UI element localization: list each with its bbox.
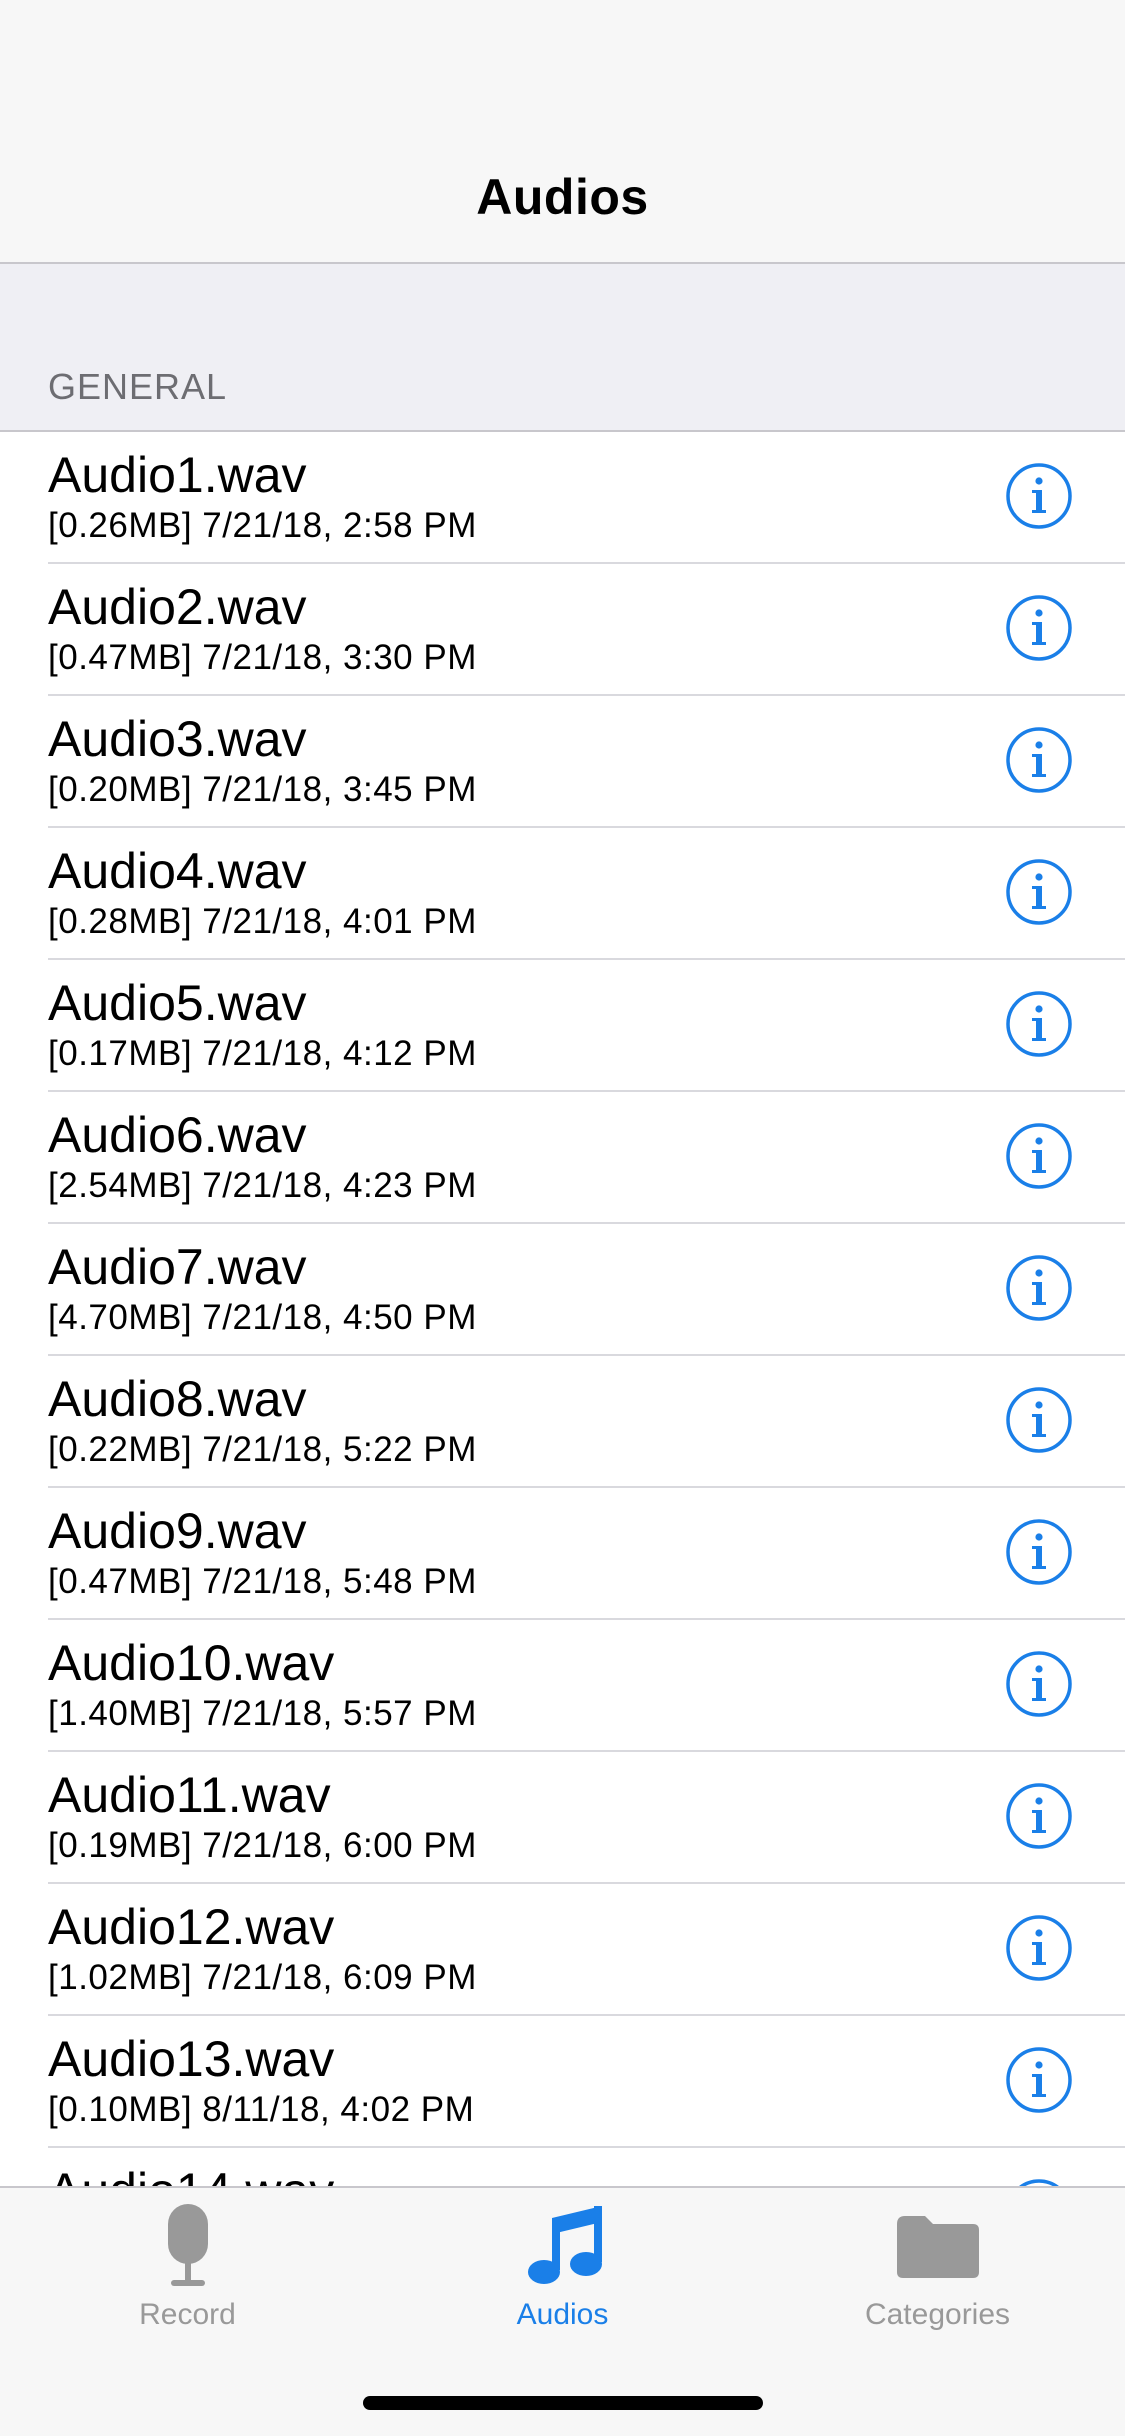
info-circle-icon[interactable] (1005, 2178, 1073, 2186)
info-circle-icon[interactable] (1005, 1914, 1073, 1982)
info-circle-icon[interactable] (1005, 1518, 1073, 1586)
audio-title: Audio9.wav (48, 1503, 307, 1559)
audio-title: Audio7.wav (48, 1239, 307, 1295)
list-item[interactable]: Audio14.wav (0, 2148, 1125, 2186)
audios-screen: Audios GENERAL Audio1.wav [0.26MB] 7/21/1… (0, 0, 1125, 2436)
list-item[interactable]: Audio8.wav [0.22MB] 7/21/18, 5:22 PM (0, 1356, 1125, 1488)
info-circle-icon[interactable] (1005, 594, 1073, 662)
list-item[interactable]: Audio7.wav [4.70MB] 7/21/18, 4:50 PM (0, 1224, 1125, 1356)
audio-title: Audio13.wav (48, 2031, 335, 2087)
tab-audios-label: Audios (516, 2298, 609, 2331)
list-item[interactable]: Audio13.wav [0.10MB] 8/11/18, 4:02 PM (0, 2016, 1125, 2148)
audio-title: Audio1.wav (48, 447, 307, 503)
audio-details: [2.54MB] 7/21/18, 4:23 PM (48, 1166, 477, 1205)
home-indicator (363, 2396, 763, 2410)
music-note-icon (518, 2200, 608, 2297)
list-item[interactable]: Audio11.wav [0.19MB] 7/21/18, 6:00 PM (0, 1752, 1125, 1884)
audio-details: [0.47MB] 7/21/18, 5:48 PM (48, 1562, 477, 1601)
list-item[interactable]: Audio1.wav [0.26MB] 7/21/18, 2:58 PM (0, 432, 1125, 564)
tab-audios[interactable]: Audios (375, 2188, 750, 2348)
info-circle-icon[interactable] (1005, 462, 1073, 530)
list-item[interactable]: Audio10.wav [1.40MB] 7/21/18, 5:57 PM (0, 1620, 1125, 1752)
list-item[interactable]: Audio12.wav [1.02MB] 7/21/18, 6:09 PM (0, 1884, 1125, 2016)
info-circle-icon[interactable] (1005, 1782, 1073, 1850)
audio-details: [0.47MB] 7/21/18, 3:30 PM (48, 638, 477, 677)
list-item[interactable]: Audio6.wav [2.54MB] 7/21/18, 4:23 PM (0, 1092, 1125, 1224)
list-item[interactable]: Audio4.wav [0.28MB] 7/21/18, 4:01 PM (0, 828, 1125, 960)
list-item[interactable]: Audio3.wav [0.20MB] 7/21/18, 3:45 PM (0, 696, 1125, 828)
tab-categories-label: Categories (864, 2298, 1011, 2331)
tab-record[interactable]: Record (0, 2188, 375, 2348)
audio-title: Audio8.wav (48, 1371, 307, 1427)
audio-title: Audio6.wav (48, 1107, 307, 1163)
info-circle-icon[interactable] (1005, 990, 1073, 1058)
microphone-icon (143, 2200, 233, 2297)
audio-details: [4.70MB] 7/21/18, 4:50 PM (48, 1298, 477, 1337)
audio-details: [1.40MB] 7/21/18, 5:57 PM (48, 1694, 477, 1733)
audio-details: [0.10MB] 8/11/18, 4:02 PM (48, 2090, 475, 2129)
audio-details: [0.28MB] 7/21/18, 4:01 PM (48, 902, 477, 941)
audio-title: Audio4.wav (48, 843, 307, 899)
info-circle-icon[interactable] (1005, 726, 1073, 794)
audio-title: Audio3.wav (48, 711, 307, 767)
audio-details: [1.02MB] 7/21/18, 6:09 PM (48, 1958, 477, 1997)
navigation-bar: Audios (0, 0, 1125, 264)
list-item[interactable]: Audio9.wav [0.47MB] 7/21/18, 5:48 PM (0, 1488, 1125, 1620)
info-circle-icon[interactable] (1005, 1122, 1073, 1190)
list-item[interactable]: Audio5.wav [0.17MB] 7/21/18, 4:12 PM (0, 960, 1125, 1092)
audio-details: [0.19MB] 7/21/18, 6:00 PM (48, 1826, 477, 1865)
folder-icon (893, 2200, 983, 2297)
info-circle-icon[interactable] (1005, 1386, 1073, 1454)
audio-details: [0.17MB] 7/21/18, 4:12 PM (48, 1034, 477, 1073)
audio-title: Audio2.wav (48, 579, 307, 635)
audio-title: Audio12.wav (48, 1899, 335, 1955)
audio-details: [0.22MB] 7/21/18, 5:22 PM (48, 1430, 477, 1469)
tab-categories[interactable]: Categories (750, 2188, 1125, 2348)
audio-title: Audio10.wav (48, 1635, 335, 1691)
list-item[interactable]: Audio2.wav [0.47MB] 7/21/18, 3:30 PM (0, 564, 1125, 696)
audio-details: [0.26MB] 7/21/18, 2:58 PM (48, 506, 477, 545)
audio-title: Audio11.wav (48, 1767, 331, 1823)
section-header: GENERAL (0, 264, 1125, 432)
audio-details: [0.20MB] 7/21/18, 3:45 PM (48, 770, 477, 809)
audio-title: Audio5.wav (48, 975, 307, 1031)
tab-record-label: Record (139, 2298, 236, 2331)
info-circle-icon[interactable] (1005, 2046, 1073, 2114)
info-circle-icon[interactable] (1005, 858, 1073, 926)
audio-title: Audio14.wav (48, 2162, 334, 2186)
info-circle-icon[interactable] (1005, 1650, 1073, 1718)
page-title: Audios (476, 169, 649, 225)
audio-list[interactable]: Audio1.wav [0.26MB] 7/21/18, 2:58 PM Audio… (0, 432, 1125, 2186)
info-circle-icon[interactable] (1005, 1254, 1073, 1322)
section-title: GENERAL (48, 366, 228, 407)
